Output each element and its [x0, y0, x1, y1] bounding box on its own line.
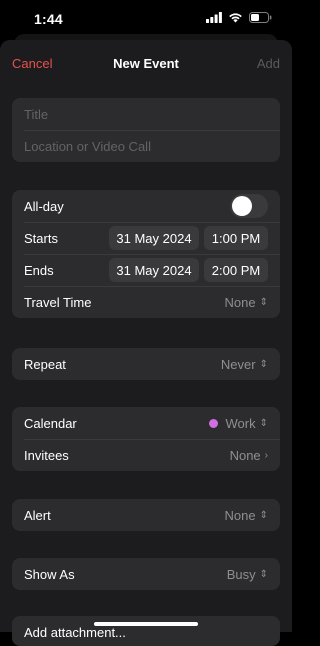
page-title: New Event — [113, 56, 179, 71]
ends-row: Ends 31 May 2024 2:00 PM — [12, 254, 280, 286]
showas-value: Busy ⇕ — [227, 567, 268, 582]
alert-value: None ⇕ — [225, 508, 268, 523]
showas-label: Show As — [24, 567, 75, 582]
repeat-group: Repeat Never ⇕ — [12, 348, 280, 380]
chevron-right-icon: › — [264, 450, 268, 461]
nav-bar: Cancel New Event Add — [0, 40, 292, 88]
ends-time-button[interactable]: 2:00 PM — [204, 258, 268, 282]
travel-time-row[interactable]: Travel Time None ⇕ — [12, 286, 280, 318]
repeat-value: Never ⇕ — [221, 357, 268, 372]
starts-row: Starts 31 May 2024 1:00 PM — [12, 222, 280, 254]
invitees-value: None › — [230, 448, 268, 463]
calendar-color-dot — [208, 419, 218, 428]
allday-toggle[interactable] — [230, 194, 268, 218]
dates-group: All-day Starts 31 May 2024 1:00 PM Ends … — [12, 190, 280, 318]
add-attachment-label: Add attachment... — [24, 625, 126, 640]
chevron-updown-icon: ⇕ — [259, 359, 268, 370]
chevron-updown-icon: ⇕ — [259, 297, 268, 308]
title-field[interactable]: Title — [12, 98, 280, 130]
travel-time-value: None ⇕ — [225, 295, 268, 310]
invitees-label: Invitees — [24, 448, 69, 463]
calendar-text: Work — [225, 416, 256, 431]
starts-time-button[interactable]: 1:00 PM — [204, 226, 268, 250]
alert-row[interactable]: Alert None ⇕ — [12, 499, 280, 531]
showas-text: Busy — [226, 567, 256, 582]
wifi-icon — [229, 13, 242, 23]
title-placeholder: Title — [24, 107, 49, 122]
repeat-text: Never — [220, 357, 256, 372]
calendar-value: Work ⇕ — [208, 416, 268, 431]
location-field[interactable]: Location or Video Call — [12, 130, 280, 162]
showas-group: Show As Busy ⇕ — [12, 558, 280, 590]
ends-label: Ends — [24, 263, 54, 278]
ends-date-button[interactable]: 31 May 2024 — [109, 258, 199, 282]
status-icons — [206, 12, 272, 23]
invitees-row[interactable]: Invitees None › — [12, 439, 280, 471]
allday-label: All-day — [24, 199, 64, 214]
showas-row[interactable]: Show As Busy ⇕ — [12, 558, 280, 590]
attachment-group: Add attachment... — [12, 616, 280, 646]
starts-date-button[interactable]: 31 May 2024 — [109, 226, 199, 250]
details-group: Title Location or Video Call — [12, 98, 280, 162]
alert-text: None — [224, 508, 256, 523]
invitees-text: None — [229, 448, 261, 463]
location-placeholder: Location or Video Call — [24, 139, 151, 154]
allday-row: All-day — [12, 190, 280, 222]
toggle-knob — [232, 196, 252, 216]
travel-time-label: Travel Time — [24, 295, 92, 310]
alert-group: Alert None ⇕ — [12, 499, 280, 531]
battery-icon — [249, 12, 272, 23]
chevron-updown-icon: ⇕ — [259, 510, 268, 521]
starts-label: Starts — [24, 231, 58, 246]
cellular-signal-icon — [206, 12, 222, 23]
chevron-updown-icon: ⇕ — [259, 418, 268, 429]
calendar-row[interactable]: Calendar Work ⇕ — [12, 407, 280, 439]
calendar-label: Calendar — [24, 416, 77, 431]
alert-label: Alert — [24, 508, 51, 523]
chevron-updown-icon: ⇕ — [259, 569, 268, 580]
add-attachment-row[interactable]: Add attachment... — [12, 616, 280, 646]
repeat-row[interactable]: Repeat Never ⇕ — [12, 348, 280, 380]
status-time: 1:44 — [34, 11, 63, 27]
travel-time-text: None — [224, 295, 256, 310]
calendar-group: Calendar Work ⇕ Invitees None › — [12, 407, 280, 471]
add-button[interactable]: Add — [257, 56, 280, 71]
repeat-label: Repeat — [24, 357, 66, 372]
new-event-sheet: Cancel New Event Add Title Location or V… — [0, 40, 292, 646]
home-indicator[interactable] — [94, 622, 198, 626]
